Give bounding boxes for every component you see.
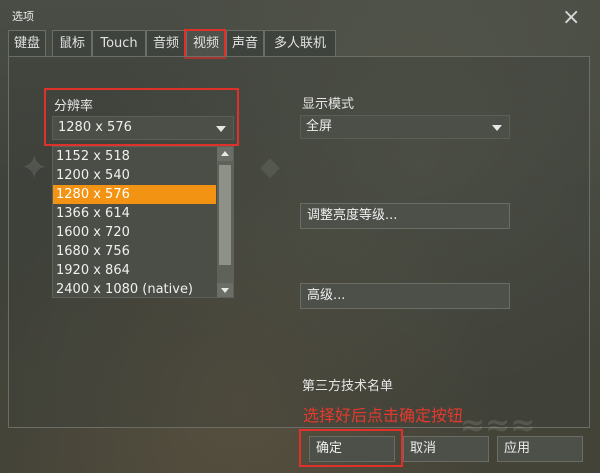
tab-mouse[interactable]: 鼠标 [52, 30, 92, 56]
resolution-label: 分辨率 [54, 99, 94, 114]
resolution-option[interactable]: 1920 x 864 [53, 261, 216, 280]
tab-keyboard[interactable]: 键盘 [8, 30, 46, 56]
list-scrollbar[interactable] [217, 147, 233, 297]
tab-video[interactable]: 视频 [186, 30, 226, 56]
resolution-option[interactable]: 1366 x 614 [53, 204, 216, 223]
close-icon[interactable]: × [562, 7, 580, 29]
options-dialog: 选项 × 键盘 鼠标 Touch 音频 视频 声音 多人联机 ✦ ✦ ✦ ◆ ≈… [0, 0, 600, 473]
advanced-button[interactable]: 高级... [300, 283, 510, 309]
cancel-button[interactable]: 取消 [403, 436, 489, 462]
title-bar: 选项 × [0, 0, 600, 30]
apply-button[interactable]: 应用 [497, 436, 583, 462]
scroll-down-icon[interactable] [217, 283, 233, 297]
instruction-annotation: 选择好后点击确定按钮 [303, 406, 464, 425]
tab-sound[interactable]: 声音 [226, 30, 264, 56]
resolution-option[interactable]: 1152 x 518 [53, 147, 216, 166]
tab-touch[interactable]: Touch [92, 30, 146, 56]
ok-button[interactable]: 确定 [309, 436, 395, 462]
display-mode-dropdown[interactable]: 全屏 [300, 115, 510, 139]
chevron-down-icon [216, 126, 226, 132]
tab-multiplayer[interactable]: 多人联机 [264, 30, 336, 56]
background-emblem-art: ◆ [260, 152, 280, 182]
resolution-option[interactable]: 2400 x 1080 (native) [53, 280, 216, 297]
adjust-brightness-button[interactable]: 调整亮度等级... [300, 203, 510, 229]
scroll-up-icon[interactable] [217, 147, 233, 161]
resolution-option[interactable]: 1200 x 540 [53, 166, 216, 185]
third-party-label[interactable]: 第三方技术名单 [302, 375, 393, 394]
resolution-option[interactable]: 1680 x 756 [53, 242, 216, 261]
resolution-options-list[interactable]: 1152 x 518 1200 x 540 1280 x 576 1366 x … [52, 146, 234, 298]
resolution-option-selected[interactable]: 1280 x 576 [53, 185, 216, 204]
resolution-option[interactable]: 1600 x 720 [53, 223, 216, 242]
tab-audio[interactable]: 音频 [146, 30, 186, 56]
resolution-selected-value: 1280 x 576 [58, 120, 132, 135]
chevron-down-icon [492, 125, 502, 131]
display-mode-selected-value: 全屏 [306, 119, 333, 134]
scroll-thumb[interactable] [219, 165, 231, 265]
resolution-dropdown[interactable]: 1280 x 576 [52, 116, 234, 140]
display-mode-label: 显示模式 [302, 97, 355, 112]
window-title: 选项 [12, 10, 34, 23]
